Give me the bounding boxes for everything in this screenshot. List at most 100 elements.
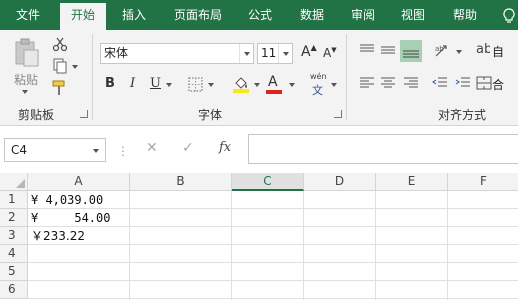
increase-indent-icon[interactable] bbox=[455, 76, 471, 93]
bold-button[interactable]: B bbox=[105, 76, 115, 91]
row-header-2[interactable]: 2 bbox=[0, 209, 28, 227]
merge-center-icon[interactable] bbox=[476, 75, 492, 94]
chevron-down-icon bbox=[283, 52, 289, 56]
wrap-text-label[interactable]: 自 bbox=[492, 43, 504, 60]
font-color-swatch bbox=[266, 90, 282, 94]
tab-formulas[interactable]: 公式 bbox=[238, 0, 282, 30]
decrease-indent-icon[interactable] bbox=[432, 76, 448, 93]
gridline bbox=[28, 262, 518, 263]
shrink-font-label: A bbox=[323, 46, 332, 60]
font-size-value: 11 bbox=[261, 46, 277, 60]
formula-bar-splitter[interactable]: ⋮ bbox=[117, 144, 129, 158]
orientation-icon[interactable]: ab bbox=[434, 42, 452, 61]
align-bottom-icon[interactable] bbox=[400, 40, 422, 62]
shrink-font-button[interactable]: A▼ bbox=[323, 46, 337, 60]
group-divider bbox=[346, 34, 347, 120]
font-name-value: 宋体 bbox=[104, 46, 129, 60]
copy-icon[interactable] bbox=[52, 58, 68, 77]
grow-font-button[interactable]: A▲ bbox=[301, 43, 317, 60]
tab-file[interactable]: 文件 bbox=[0, 0, 56, 30]
name-box[interactable]: C4 bbox=[4, 138, 106, 162]
merge-center-label[interactable]: 合 bbox=[492, 76, 504, 93]
borders-dropdown-caret[interactable] bbox=[208, 83, 214, 87]
paste-icon[interactable] bbox=[14, 38, 40, 71]
font-name-dropdown[interactable] bbox=[239, 44, 253, 63]
ribbon-home: 粘贴 剪贴板 宋体 11 A▲ A▼ B I U A wén 文 字体 ab a… bbox=[0, 30, 518, 126]
cell-a2[interactable]: ¥ 54.00 bbox=[31, 209, 110, 227]
group-divider bbox=[92, 34, 93, 120]
clipboard-group-label: 剪贴板 bbox=[18, 108, 55, 122]
row-header-3[interactable]: 3 bbox=[0, 227, 28, 245]
font-name-select[interactable]: 宋体 bbox=[100, 43, 254, 64]
cut-icon[interactable] bbox=[52, 36, 68, 55]
row-header-5[interactable]: 5 bbox=[0, 263, 28, 281]
font-size-select[interactable]: 11 bbox=[257, 43, 293, 64]
align-right-icon[interactable] bbox=[403, 76, 419, 93]
chevron-down-icon bbox=[244, 52, 250, 56]
select-all-icon bbox=[16, 179, 25, 188]
column-header-d[interactable]: D bbox=[304, 173, 376, 191]
insert-function-icon[interactable]: fx bbox=[219, 140, 231, 155]
ribbon-tab-bar: 文件 开始 插入 页面布局 公式 数据 审阅 视图 帮助 bbox=[0, 0, 518, 30]
chevron-down-icon[interactable] bbox=[93, 149, 99, 153]
paste-dropdown-caret[interactable] bbox=[22, 90, 28, 94]
column-header-e[interactable]: E bbox=[376, 173, 448, 191]
tab-home[interactable]: 开始 bbox=[60, 3, 106, 30]
font-launcher-icon[interactable] bbox=[334, 110, 342, 118]
align-middle-icon[interactable] bbox=[380, 43, 396, 60]
font-color-button[interactable]: A bbox=[268, 74, 278, 90]
tab-review[interactable]: 审阅 bbox=[344, 0, 382, 30]
formula-bar: C4 ⋮ ✕ ✓ fx bbox=[0, 126, 518, 173]
svg-text:ab: ab bbox=[435, 45, 444, 53]
column-header-a[interactable]: A bbox=[28, 173, 130, 191]
cell-a1[interactable]: ¥ 4,039.00 bbox=[31, 191, 103, 209]
cell-a3[interactable]: ￥233.22 bbox=[31, 227, 85, 245]
phonetic-guide-icon[interactable]: 文 bbox=[312, 82, 323, 98]
grow-font-label: A bbox=[301, 44, 311, 60]
column-header-f[interactable]: F bbox=[448, 173, 518, 191]
align-left-icon[interactable] bbox=[359, 76, 375, 93]
gridline bbox=[28, 298, 518, 299]
grow-font-icon: ▲ bbox=[310, 43, 317, 52]
lightbulb-icon[interactable] bbox=[500, 0, 518, 30]
fill-color-dropdown-caret[interactable] bbox=[254, 83, 260, 87]
phonetic-pinyin[interactable]: wén bbox=[310, 72, 327, 81]
orientation-dropdown-caret[interactable] bbox=[456, 50, 462, 54]
row-header-1[interactable]: 1 bbox=[0, 191, 28, 209]
tab-help[interactable]: 帮助 bbox=[444, 0, 486, 30]
underline-button[interactable]: U bbox=[150, 76, 161, 91]
font-size-dropdown[interactable] bbox=[278, 44, 292, 63]
tab-view[interactable]: 视图 bbox=[394, 0, 432, 30]
svg-text:ab: ab bbox=[476, 42, 490, 57]
align-center-icon[interactable] bbox=[380, 76, 396, 93]
worksheet-grid[interactable]: A B C D E F 1 2 3 4 5 6 ¥ 4,039.00 ¥ 54.… bbox=[0, 173, 518, 300]
clipboard-launcher-icon[interactable] bbox=[80, 110, 88, 118]
wrap-text-icon[interactable]: ab bbox=[476, 40, 492, 61]
italic-button[interactable]: I bbox=[130, 76, 135, 91]
font-color-letter: A bbox=[268, 74, 278, 90]
font-color-dropdown-caret[interactable] bbox=[289, 83, 295, 87]
underline-dropdown-caret[interactable] bbox=[166, 83, 172, 87]
paste-label[interactable]: 粘贴 bbox=[14, 71, 38, 88]
fill-color-icon[interactable] bbox=[232, 75, 250, 96]
tab-data[interactable]: 数据 bbox=[292, 0, 332, 30]
name-box-value: C4 bbox=[11, 143, 28, 157]
alignment-group-label: 对齐方式 bbox=[438, 108, 487, 122]
row-header-6[interactable]: 6 bbox=[0, 281, 28, 299]
align-top-icon[interactable] bbox=[359, 43, 375, 60]
column-header-b[interactable]: B bbox=[130, 173, 232, 191]
format-painter-icon[interactable] bbox=[52, 80, 68, 99]
cancel-entry-icon[interactable]: ✕ bbox=[146, 140, 158, 156]
copy-dropdown-caret[interactable] bbox=[72, 65, 78, 69]
column-header-c[interactable]: C bbox=[232, 173, 304, 191]
borders-icon[interactable] bbox=[188, 77, 203, 95]
tab-insert[interactable]: 插入 bbox=[112, 0, 156, 30]
tab-page-layout[interactable]: 页面布局 bbox=[168, 0, 228, 30]
phonetic-dropdown-caret[interactable] bbox=[331, 83, 337, 87]
gridline bbox=[28, 244, 518, 245]
formula-input[interactable] bbox=[248, 134, 518, 164]
confirm-entry-icon[interactable]: ✓ bbox=[182, 140, 194, 156]
gridline bbox=[28, 280, 518, 281]
row-header-4[interactable]: 4 bbox=[0, 245, 28, 263]
select-all-corner[interactable] bbox=[0, 173, 28, 191]
